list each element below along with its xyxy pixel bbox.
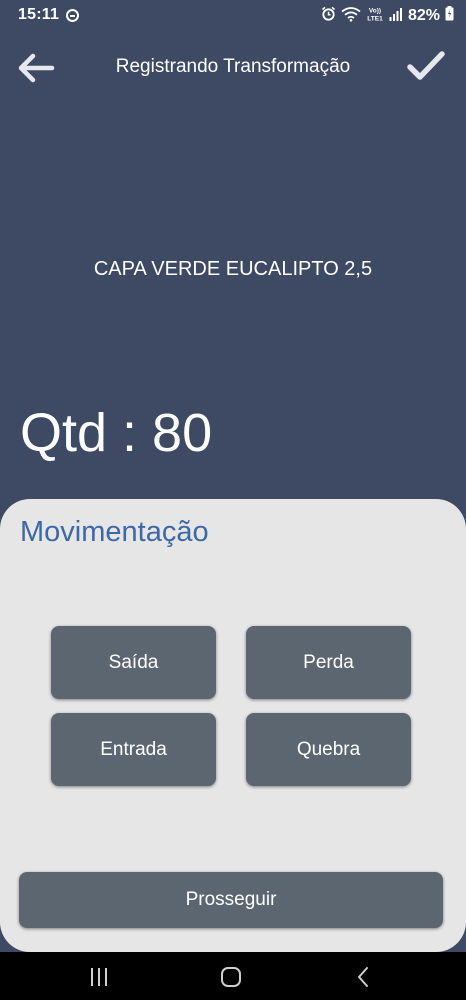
system-nav-bar [0,952,466,1000]
home-button[interactable] [211,964,251,990]
quebra-button-label: Quebra [296,738,361,760]
signal-icon [389,7,403,26]
movement-panel: Movimentação Saída Perda Entrada Quebra … [0,499,466,952]
proceed-button-label: Prosseguir [185,889,277,910]
app-header: Registrando Transformação [0,32,466,104]
entrada-button[interactable]: Entrada [51,713,216,786]
entrada-button-label: Entrada [100,738,167,760]
alarm-icon [321,6,336,26]
status-bar: 15:11 Vo)) LTE1 82% [0,0,466,32]
nav-back-icon [358,967,368,987]
checkmark-icon [407,51,445,80]
perda-button[interactable]: Perda [246,626,411,699]
home-icon [221,967,241,987]
page-title: Registrando Transformação [115,56,351,77]
saida-button-label: Saída [108,651,159,673]
proceed-button[interactable]: Prosseguir [19,872,443,928]
wifi-icon [341,6,361,27]
confirm-button[interactable] [404,46,448,86]
svg-text:LTE1: LTE1 [367,15,383,22]
quebra-button[interactable]: Quebra [246,713,411,786]
svg-text:Vo)): Vo)) [369,7,381,14]
product-name: CAPA VERDE EUCALIPTO 2,5 [93,258,373,280]
battery-percentage: 82% [407,7,440,24]
saida-button[interactable]: Saída [51,626,216,699]
status-time: 15:11 [18,6,60,23]
volte-icon: Vo)) LTE1 [366,5,384,28]
recents-icon [91,968,107,986]
do-not-disturb-icon [66,9,79,22]
quantity-value: Qtd : 80 [20,403,213,463]
movement-title: Movimentação [20,516,209,548]
system-back-button[interactable] [343,964,383,990]
battery-icon [445,6,454,26]
perda-button-label: Perda [303,651,354,673]
recents-button[interactable] [79,964,119,990]
status-icons: Vo)) LTE1 82% [321,5,454,27]
app-screen: 15:11 Vo)) LTE1 82% Registrando Transfor… [0,0,466,1000]
